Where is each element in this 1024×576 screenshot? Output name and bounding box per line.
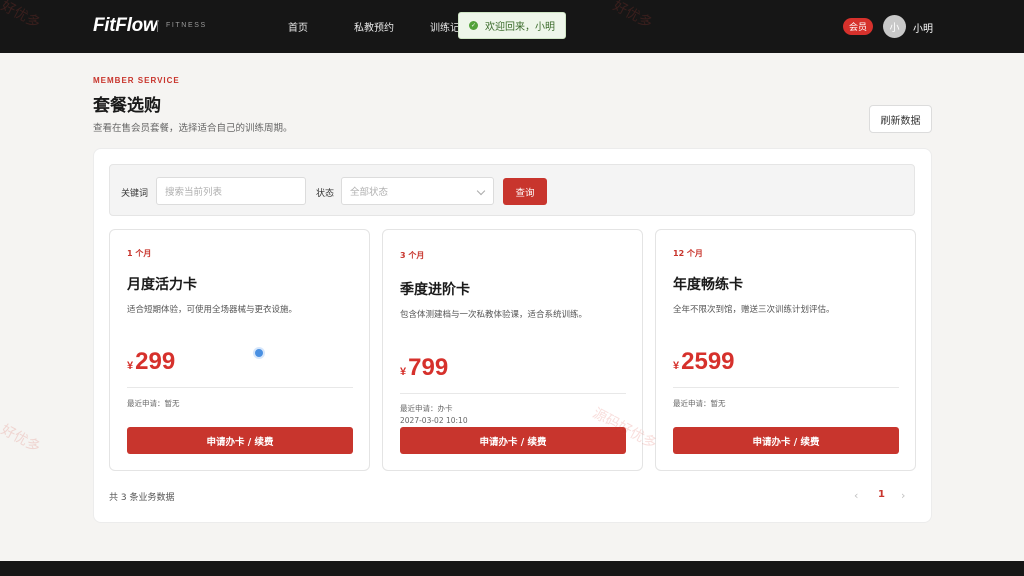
- card-divider: [400, 393, 626, 394]
- keyword-search-input[interactable]: 搜索当前列表: [156, 177, 306, 205]
- member-badge[interactable]: 会员: [843, 18, 873, 35]
- card-name: 季度进阶卡: [400, 282, 470, 298]
- price-value: 299: [135, 348, 176, 375]
- card-meta: 最近申请：暂无: [127, 398, 180, 410]
- card-period: 12 个月: [673, 249, 703, 258]
- page-description: 查看在售会员套餐，选择适合自己的训练周期。: [93, 123, 293, 134]
- currency-symbol: ¥: [400, 366, 407, 378]
- card-period: 1 个月: [127, 249, 152, 258]
- prev-page-button[interactable]: ‹: [854, 489, 858, 502]
- logo-divider: [157, 20, 158, 32]
- price-value: 799: [408, 354, 449, 381]
- card-name: 月度活力卡: [127, 277, 197, 293]
- page-kicker: MEMBER SERVICE: [93, 76, 180, 85]
- package-card-monthly: 1 个月 月度活力卡 适合短期体验，可使用全场器械与更衣设施。 ¥299 最近申…: [109, 229, 370, 471]
- card-description: 包含体测建档与一次私教体验课，适合系统训练。: [400, 310, 588, 320]
- package-card-yearly: 12 个月 年度畅练卡 全年不限次到馆，赠送三次训练计划评估。 ¥2599 最近…: [655, 229, 916, 471]
- status-select-value: 全部状态: [350, 187, 389, 198]
- chevron-down-icon: [476, 186, 486, 196]
- current-page[interactable]: 1: [878, 489, 885, 500]
- card-price: ¥299: [127, 348, 175, 376]
- watermark: 好优多: [0, 421, 43, 456]
- card-divider: [127, 387, 353, 388]
- cursor-indicator: [253, 347, 265, 359]
- status-select[interactable]: 全部状态: [341, 177, 494, 205]
- keyword-label: 关键词: [121, 189, 149, 199]
- total-count: 共 3 条业务数据: [109, 493, 175, 503]
- currency-symbol: ¥: [673, 360, 680, 372]
- price-value: 2599: [681, 348, 735, 375]
- page-title: 套餐选购: [93, 96, 161, 116]
- welcome-toast: ✓ 欢迎回来，小明: [458, 12, 566, 39]
- card-meta: 最近申请：办卡 2027-03-02 10:10: [400, 403, 468, 427]
- nav-item-private-coaching[interactable]: 私教预约: [354, 19, 394, 34]
- recent-application-label: 最近申请：办卡: [400, 404, 453, 413]
- status-label: 状态: [316, 189, 335, 199]
- logo-subtitle: FITNESS: [166, 22, 207, 29]
- card-description: 适合短期体验，可使用全场器械与更衣设施。: [127, 305, 298, 315]
- avatar[interactable]: 小: [883, 15, 906, 38]
- card-name: 年度畅练卡: [673, 277, 743, 293]
- next-page-button[interactable]: ›: [901, 489, 905, 502]
- query-button[interactable]: 查询: [503, 178, 547, 205]
- recent-application-label: 最近申请：暂无: [127, 399, 180, 408]
- apply-renew-button[interactable]: 申请办卡 / 续费: [673, 427, 899, 454]
- check-circle-icon: ✓: [469, 21, 478, 30]
- card-price: ¥799: [400, 354, 448, 382]
- apply-renew-button[interactable]: 申请办卡 / 续费: [127, 427, 353, 454]
- currency-symbol: ¥: [127, 360, 134, 372]
- nav-item-training[interactable]: 训练记: [430, 19, 460, 34]
- recent-application-label: 最近申请：暂无: [673, 399, 726, 408]
- card-period: 3 个月: [400, 251, 425, 260]
- apply-renew-button[interactable]: 申请办卡 / 续费: [400, 427, 626, 454]
- top-navbar: FitFlow FITNESS 首页 私教预约 训练记 ✓ 欢迎回来，小明 会员…: [0, 0, 1024, 53]
- username[interactable]: 小明: [913, 20, 933, 35]
- toast-message: 欢迎回来，小明: [485, 22, 555, 33]
- recent-application-time: 2027-03-02 10:10: [400, 416, 468, 425]
- logo[interactable]: FitFlow: [93, 15, 158, 37]
- refresh-data-button[interactable]: 刷新数据: [869, 105, 932, 133]
- nav-item-home[interactable]: 首页: [288, 19, 308, 34]
- card-price: ¥2599: [673, 348, 735, 376]
- footer-bar: [0, 561, 1024, 576]
- card-meta: 最近申请：暂无: [673, 398, 726, 410]
- package-card-quarterly: 3 个月 季度进阶卡 包含体测建档与一次私教体验课，适合系统训练。 ¥799 最…: [382, 229, 643, 471]
- card-description: 全年不限次到馆，赠送三次训练计划评估。: [673, 305, 835, 315]
- card-divider: [673, 387, 899, 388]
